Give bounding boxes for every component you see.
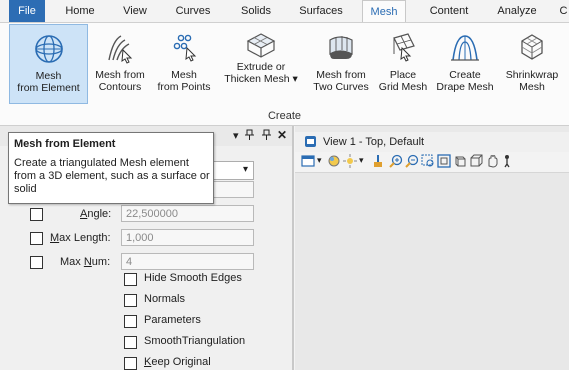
mesh-from-contours-button[interactable]: Mesh from Contours	[89, 24, 151, 104]
mesh-from-element-label-1: Mesh	[35, 70, 62, 82]
mesh-from-contours-label-2: Contours	[98, 81, 142, 93]
ribbon-tabs: File Home View Curves Solids Surfaces Me…	[0, 0, 569, 22]
mesh-from-points-button[interactable]: Mesh from Points	[152, 24, 216, 104]
mesh-from-element-button[interactable]: Mesh from Element	[9, 24, 88, 104]
view-title: View 1 - Top, Default	[323, 136, 425, 148]
normals-checkbox[interactable]	[124, 294, 137, 307]
view-cube-icon[interactable]	[469, 154, 483, 171]
brush-icon[interactable]	[371, 154, 385, 171]
rotate-view-icon[interactable]	[453, 154, 467, 171]
dialog-splitter[interactable]	[292, 126, 294, 370]
chevron-down-icon[interactable]: ▾	[359, 155, 364, 166]
tab-more[interactable]: C	[558, 0, 569, 22]
mesh-from-points-icon	[152, 32, 216, 64]
place-grid-mesh-label-1: Place	[389, 69, 417, 81]
mesh-from-two-curves-label-1: Mesh from	[316, 69, 366, 81]
view-toolbar: ▾ ▾	[295, 152, 569, 173]
tab-home[interactable]: Home	[60, 0, 100, 22]
parameters-checkbox[interactable]	[124, 315, 137, 328]
create-drape-mesh-button[interactable]: Create Drape Mesh	[432, 24, 498, 104]
max-num-checkbox[interactable]	[30, 256, 43, 269]
drape-mesh-icon	[432, 32, 498, 64]
view-canvas[interactable]	[295, 173, 569, 370]
view-title-bar: View 1 - Top, Default	[295, 132, 569, 152]
shrinkwrap-mesh-label-2: Mesh	[519, 81, 545, 93]
walk-view-icon[interactable]	[503, 154, 511, 171]
create-drape-mesh-label-1: Create	[449, 69, 481, 81]
shrinkwrap-mesh-icon	[500, 32, 564, 64]
zoom-out-icon[interactable]	[405, 154, 419, 171]
angle-label: Angle:	[80, 208, 112, 220]
display-style-icon[interactable]	[327, 154, 341, 171]
tooltip-title: Mesh from Element	[14, 138, 116, 150]
view-icon	[305, 136, 316, 150]
tab-file[interactable]: File	[9, 0, 45, 22]
chevron-down-icon[interactable]: ▾	[317, 155, 322, 166]
dialog-dock-icon[interactable]	[245, 129, 254, 143]
hide-smooth-edges-checkbox[interactable]	[124, 273, 137, 286]
place-grid-mesh-button[interactable]: Place Grid Mesh	[375, 24, 431, 104]
chevron-down-icon: ▾	[242, 164, 248, 175]
place-grid-mesh-label-2: Grid Mesh	[378, 81, 428, 93]
upper-value-field[interactable]	[212, 181, 254, 198]
tab-mesh[interactable]: Mesh	[362, 0, 406, 22]
ribbon-panel: Mesh from Element Mesh from Contours Mes…	[0, 22, 569, 126]
extrude-thicken-mesh-label-2: Thicken Mesh ▾	[224, 73, 298, 85]
mesh-from-element-label-2: from Element	[17, 82, 80, 94]
lighting-icon[interactable]	[343, 154, 357, 171]
dialog-pin-icon[interactable]	[262, 129, 271, 143]
shrinkwrap-mesh-button[interactable]: Shrinkwrap Mesh	[500, 24, 564, 104]
mesh-from-element-icon	[10, 33, 87, 65]
extrude-mesh-icon	[217, 32, 305, 60]
pan-view-icon[interactable]	[485, 154, 499, 171]
tab-curves[interactable]: Curves	[170, 0, 216, 22]
create-drape-mesh-label-2: Drape Mesh	[436, 81, 494, 93]
max-length-label: Max Length:	[50, 232, 111, 244]
mesh-from-two-curves-button[interactable]: Mesh from Two Curves	[308, 24, 374, 104]
mesh-two-curves-icon	[308, 32, 374, 64]
mesh-from-points-label-2: from Points	[157, 81, 211, 93]
smooth-triangulation-label: SmoothTriangulation	[144, 335, 246, 347]
max-num-input[interactable]: 4	[121, 253, 254, 270]
shrinkwrap-mesh-label-1: Shrinkwrap	[505, 69, 559, 81]
extrude-thicken-mesh-button[interactable]: Extrude or Thicken Mesh ▾	[217, 24, 305, 104]
view-attributes-icon[interactable]	[301, 154, 315, 171]
zoom-in-icon[interactable]	[389, 154, 403, 171]
mesh-from-points-label-1: Mesh	[171, 69, 197, 81]
mesh-from-contours-icon	[89, 32, 151, 64]
tab-content[interactable]: Content	[422, 0, 476, 22]
hide-smooth-edges-label: Hide Smooth Edges	[144, 272, 242, 284]
tooltip: Mesh from Element Create a triangulated …	[8, 132, 214, 204]
dialog-close-icon[interactable]: ✕	[277, 128, 287, 142]
normals-label: Normals	[144, 293, 185, 305]
dialog-menu-dropdown-icon[interactable]: ▾	[233, 129, 239, 142]
tab-surfaces[interactable]: Surfaces	[294, 0, 348, 22]
keep-original-label: Keep Original	[144, 356, 211, 368]
extrude-thicken-mesh-label-1: Extrude or	[236, 61, 286, 73]
angle-input[interactable]: 22,500000	[121, 205, 254, 222]
view-window: View 1 - Top, Default ▾ ▾	[295, 126, 569, 370]
tooltip-description: Create a triangulated Mesh element from …	[14, 157, 210, 195]
max-length-checkbox[interactable]	[30, 232, 43, 245]
tab-analyze[interactable]: Analyze	[492, 0, 542, 22]
smooth-triangulation-checkbox[interactable]	[124, 336, 137, 349]
angle-checkbox[interactable]	[30, 208, 43, 221]
method-dropdown[interactable]: ▾	[212, 161, 254, 180]
max-num-label: Max Num:	[60, 256, 111, 268]
parameters-label: Parameters	[144, 314, 201, 326]
max-length-input[interactable]: 1,000	[121, 229, 254, 246]
mesh-from-two-curves-label-2: Two Curves	[313, 81, 369, 93]
fit-view-icon[interactable]	[437, 154, 451, 171]
keep-original-checkbox[interactable]	[124, 357, 137, 370]
mesh-from-contours-label-1: Mesh from	[95, 69, 145, 81]
grid-mesh-icon	[375, 32, 431, 64]
window-area-icon[interactable]	[421, 154, 435, 171]
tab-view[interactable]: View	[118, 0, 152, 22]
tab-solids[interactable]: Solids	[234, 0, 278, 22]
ribbon-group-label-create: Create	[267, 110, 302, 122]
